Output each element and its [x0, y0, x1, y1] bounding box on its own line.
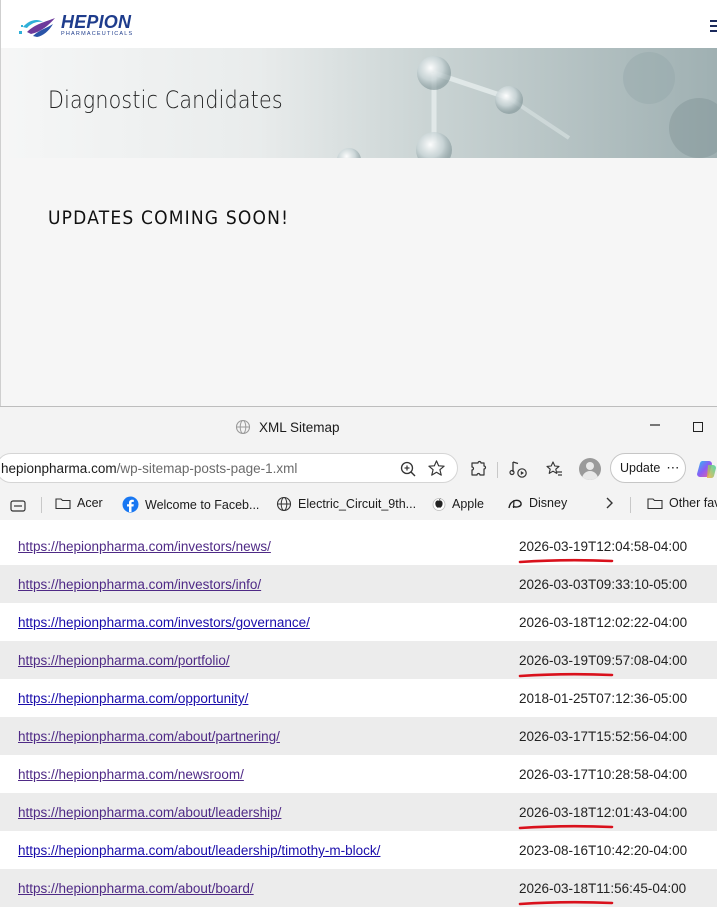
browser-window: XML Sitemap hepionpharma.com/wp-sitemap-… [0, 406, 717, 920]
facebook-icon [122, 496, 139, 513]
tab-actions-icon[interactable] [10, 499, 26, 513]
bookmark-apple[interactable]: Apple [432, 496, 484, 511]
bookmark-label: Disney [529, 496, 568, 510]
screenshot: HEPION PHARMACEUTICALS Diagnostic Candid… [0, 0, 717, 920]
bookmark-label: Electric_Circuit_9th... [298, 497, 417, 511]
address-bar[interactable]: hepionpharma.com/wp-sitemap-posts-page-1… [0, 453, 458, 483]
bookmark-label: Other fav [669, 496, 717, 510]
sitemap-table: https://hepionpharma.com/investors/news/… [0, 520, 717, 920]
more-icon: ⋯ [666, 460, 681, 475]
menu-icon[interactable] [710, 20, 717, 32]
website-window: HEPION PHARMACEUTICALS Diagnostic Candid… [0, 0, 717, 406]
copilot-icon[interactable] [696, 459, 717, 480]
minimize-button[interactable] [648, 417, 662, 431]
last-modified-date: 2026-03-19T12:04:58-04:00 [519, 539, 688, 554]
browser-toolbar: hepionpharma.com/wp-sitemap-posts-page-1… [0, 447, 717, 487]
sitemap-url-link[interactable]: https://hepionpharma.com/portfolio/ [18, 653, 230, 668]
sitemap-url-link[interactable]: https://hepionpharma.com/about/board/ [18, 881, 254, 896]
url-text[interactable]: hepionpharma.com/wp-sitemap-posts-page-1… [1, 461, 297, 476]
update-label: Update [620, 461, 661, 475]
url-path: /wp-sitemap-posts-page-1.xml [116, 461, 298, 476]
last-modified-date: 2026-03-17T15:52:56-04:00 [519, 729, 688, 744]
last-modified-date: 2026-03-18T11:56:45-04:00 [519, 881, 687, 896]
hepion-logo[interactable]: HEPION PHARMACEUTICALS [19, 12, 133, 38]
table-row: https://hepionpharma.com/portfolio/2026-… [0, 641, 717, 679]
bookmark-acer[interactable]: Acer [55, 496, 103, 510]
site-header: HEPION PHARMACEUTICALS [1, 0, 717, 48]
logo-mark-icon [19, 18, 55, 37]
bookmarks-separator [630, 497, 631, 513]
zoom-icon[interactable] [399, 460, 417, 478]
table-row: https://hepionpharma.com/investors/gover… [0, 603, 717, 641]
bookmark-disney[interactable]: Disney [507, 496, 567, 510]
globe-icon [276, 496, 292, 512]
favorites-icon[interactable] [545, 460, 563, 478]
update-button[interactable]: Update ⋯ [610, 453, 686, 483]
sitemap-url-link[interactable]: https://hepionpharma.com/about/leadershi… [18, 843, 380, 858]
window-title: XML Sitemap [259, 419, 340, 435]
last-modified-date: 2026-03-17T10:28:58-04:00 [519, 767, 688, 782]
bookmarks-bar: Acer Welcome to Faceb... Electric_Circui… [0, 491, 717, 519]
bookmark-facebook[interactable]: Welcome to Faceb... [122, 496, 259, 513]
logo-name: HEPION [61, 11, 132, 32]
folder-icon [647, 498, 663, 510]
disney-icon [508, 499, 522, 509]
bookmark-label: Welcome to Faceb... [145, 497, 260, 512]
bookmark-electric-circuit[interactable]: Electric_Circuit_9th... [276, 496, 416, 512]
last-modified-date: 2018-01-25T07:12:36-05:00 [519, 691, 688, 706]
url-host: hepionpharma.com [1, 461, 117, 476]
media-control-icon[interactable] [509, 460, 527, 478]
last-modified-date: 2023-08-16T10:42:20-04:00 [519, 843, 688, 858]
sitemap-url-link[interactable]: https://hepionpharma.com/investors/news/ [18, 539, 271, 554]
toolbar-separator [497, 462, 498, 478]
bookmarks-separator [41, 497, 42, 513]
table-row: https://hepionpharma.com/investors/info/… [0, 565, 717, 603]
sitemap-url-link[interactable]: https://hepionpharma.com/about/leadershi… [18, 805, 281, 820]
maximize-button[interactable] [693, 422, 703, 432]
title-bar: XML Sitemap [0, 407, 717, 447]
bookmark-other-favorites[interactable]: Other fav [647, 496, 717, 510]
table-row: https://hepionpharma.com/about/board/202… [0, 869, 717, 907]
extensions-icon[interactable] [469, 460, 487, 478]
apple-icon [432, 498, 446, 511]
last-modified-date: 2026-03-18T12:02:22-04:00 [519, 615, 688, 630]
table-row: https://hepionpharma.com/about/leadershi… [0, 793, 717, 831]
bookmark-label: Acer [77, 496, 103, 510]
sitemap-url-link[interactable]: https://hepionpharma.com/opportunity/ [18, 691, 248, 706]
sitemap-url-link[interactable]: https://hepionpharma.com/investors/gover… [18, 615, 310, 630]
table-row: https://hepionpharma.com/investors/news/… [0, 527, 717, 565]
bookmarks-overflow-chevron-icon[interactable] [604, 496, 620, 510]
table-row: https://hepionpharma.com/opportunity/201… [0, 679, 717, 717]
hero-banner: Diagnostic Candidates [9, 48, 717, 158]
profile-avatar[interactable] [579, 458, 601, 480]
sitemap-url-link[interactable]: https://hepionpharma.com/investors/info/ [18, 577, 261, 592]
last-modified-date: 2026-03-19T09:57:08-04:00 [519, 653, 688, 668]
globe-icon [235, 419, 251, 435]
page-title: Diagnostic Candidates [48, 86, 283, 114]
favorite-star-icon[interactable] [427, 459, 446, 478]
sitemap-url-link[interactable]: https://hepionpharma.com/newsroom/ [18, 767, 244, 782]
logo-subtitle: PHARMACEUTICALS [61, 30, 134, 37]
last-modified-date: 2026-03-03T09:33:10-05:00 [519, 577, 688, 592]
sitemap-url-link[interactable]: https://hepionpharma.com/about/partnerin… [18, 729, 280, 744]
table-row: https://hepionpharma.com/newsroom/2026-0… [0, 755, 717, 793]
table-row: https://hepionpharma.com/about/partnerin… [0, 717, 717, 755]
bookmark-label: Apple [452, 496, 484, 511]
updates-notice: UPDATES COMING SOON! [48, 207, 290, 229]
folder-icon [55, 498, 71, 510]
table-row: https://hepionpharma.com/about/leadershi… [0, 831, 717, 869]
last-modified-date: 2026-03-18T12:01:43-04:00 [519, 805, 688, 820]
